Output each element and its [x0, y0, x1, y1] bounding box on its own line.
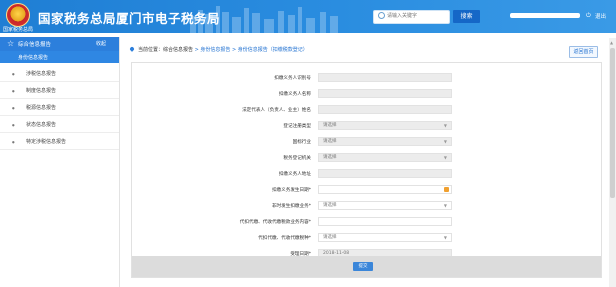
sidebar-item-tax-info[interactable]: ● 涉税信息报告 — [0, 65, 119, 82]
chevron-down-icon: ▼ — [443, 203, 447, 208]
scrollbar-thumb[interactable] — [610, 48, 615, 198]
field-label: 扣缴义务人地址 — [278, 172, 311, 177]
submit-button[interactable]: 提交 — [353, 262, 373, 271]
collapse-link[interactable]: 收起 — [96, 40, 106, 47]
sidebar-item-identity-report[interactable]: 身份信息报告 — [0, 51, 119, 63]
chevron-down-icon: ▼ — [443, 139, 447, 144]
withholding-tax-type-select[interactable]: 请选择 ▼ — [318, 233, 452, 242]
power-icon[interactable]: ⏻ — [586, 12, 591, 20]
user-info-redacted — [510, 13, 580, 18]
back-home-button[interactable]: 返回首页 — [569, 46, 598, 58]
search-icon — [378, 12, 385, 19]
field-label: 非时发生扣缴业务* — [271, 204, 311, 209]
location-pin-icon — [129, 46, 135, 52]
bullet-icon: ● — [12, 140, 15, 144]
occasional-withholding-select[interactable]: 请选择 ▼ — [318, 201, 452, 210]
sidebar-item-label: 税源信息报告 — [26, 105, 57, 111]
vertical-scrollbar[interactable]: ▲ — [609, 38, 616, 287]
withholding-business-content-field[interactable] — [318, 217, 452, 226]
industry-select[interactable]: 请选择 ▼ — [318, 137, 452, 146]
withholding-agent-id-field — [318, 73, 452, 82]
sidebar-item-status-info[interactable]: ● 状态信息报告 — [0, 116, 119, 133]
sidebar-item-specific-tax-info[interactable]: ● 特定涉税信息报告 — [0, 133, 119, 150]
scroll-up-icon[interactable]: ▲ — [610, 40, 613, 45]
main-content: 当前位置：综合信息报告 > 身份信息报告 > 身份信息报告（扣缴税款登记） 返回… — [121, 37, 616, 287]
field-label: 税务登记机关 — [283, 156, 311, 161]
tax-emblem-icon — [6, 3, 30, 27]
bullet-icon: ● — [12, 89, 15, 93]
search-button[interactable]: 搜索 — [453, 10, 480, 23]
sidebar-section-header[interactable]: ☆ 综合信息报告 收起 — [0, 37, 119, 51]
sidebar: ☆ 综合信息报告 收起 身份信息报告 ● 涉税信息报告 ● 制度信息报告 ● 税… — [0, 37, 120, 287]
sidebar-item-label: 涉税信息报告 — [26, 71, 57, 77]
top-header: 国家税务总局 国家税务总局厦门市电子税务局 搜索 ⏻ 退出 — [0, 0, 616, 33]
sidebar-item-label: 制度信息报告 — [26, 88, 57, 94]
sidebar-item-system-info[interactable]: ● 制度信息报告 — [0, 82, 119, 99]
field-label: 扣缴义务人识别号 — [274, 76, 311, 81]
sidebar-item-label: 特定涉税信息报告 — [26, 139, 67, 145]
breadcrumb-prefix: 当前位置： — [138, 47, 164, 53]
site-title: 国家税务总局厦门市电子税务局 — [38, 11, 221, 26]
search-input[interactable] — [387, 11, 445, 21]
sidebar-item-label: 身份信息报告 — [18, 55, 49, 61]
chevron-down-icon: ▼ — [443, 123, 447, 128]
withholding-start-date-field[interactable] — [318, 185, 452, 194]
star-icon: ☆ — [7, 39, 15, 48]
bullet-icon: ● — [12, 72, 15, 76]
registration-form: 扣缴义务人识别号 扣缴义务人名称 法定代表人（负责人、业主）姓名 登记注册类型 … — [131, 62, 602, 278]
sidebar-section-label: 综合信息报告 — [18, 42, 52, 48]
breadcrumb: 当前位置：综合信息报告 > 身份信息报告 > 身份信息报告（扣缴税款登记） — [138, 46, 308, 53]
breadcrumb-separator: > — [230, 47, 238, 53]
chevron-down-icon: ▼ — [443, 155, 447, 160]
emblem-caption: 国家税务总局 — [3, 27, 34, 33]
field-label: 国标行业 — [292, 140, 311, 145]
sidebar-item-label: 状态信息报告 — [26, 122, 57, 128]
bullet-icon: ● — [12, 106, 15, 110]
breadcrumb-item[interactable]: 身份信息报告 — [200, 47, 230, 53]
bullet-icon: ● — [12, 123, 15, 127]
field-label: 扣缴义务发生日期* — [271, 188, 311, 193]
breadcrumb-item[interactable]: 综合信息报告 — [163, 47, 193, 53]
form-footer: 提交 — [132, 256, 601, 277]
sidebar-item-tax-source[interactable]: ● 税源信息报告 — [0, 99, 119, 116]
logout-link[interactable]: 退出 — [595, 12, 606, 20]
field-label: 登记注册类型 — [283, 124, 311, 129]
registration-type-select[interactable]: 请选择 ▼ — [318, 121, 452, 130]
withholding-agent-address-field — [318, 169, 452, 178]
breadcrumb-item: 身份信息报告（扣缴税款登记） — [237, 47, 308, 53]
field-label: 代扣代缴、代收代缴税种* — [258, 236, 311, 241]
field-label: 法定代表人（负责人、业主）姓名 — [242, 108, 311, 113]
field-label: 扣缴义务人名称 — [278, 92, 311, 97]
calendar-icon[interactable] — [444, 187, 449, 192]
withholding-agent-name-field — [318, 89, 452, 98]
chevron-down-icon: ▼ — [443, 235, 447, 240]
legal-representative-field — [318, 105, 452, 114]
tax-authority-select[interactable]: 请选择 ▼ — [318, 153, 452, 162]
field-label: 代扣代缴、代收代缴税款业务内容* — [239, 220, 311, 225]
